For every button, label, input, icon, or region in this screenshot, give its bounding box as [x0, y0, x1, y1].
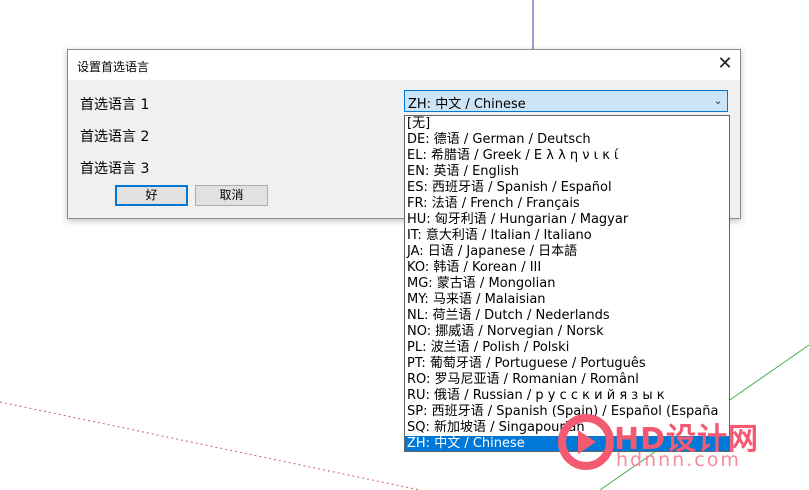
watermark-logo-icon [558, 414, 614, 470]
option-no[interactable]: NO: 挪威语 / Norvegian / Norsk [405, 324, 729, 340]
ok-button[interactable]: 好 [115, 185, 188, 206]
option-ro[interactable]: RO: 罗马尼亚语 / Romanian / Românl [405, 372, 729, 388]
option-ru[interactable]: RU: 俄语 / Russian / р у с с к и й я з ы к [405, 388, 729, 404]
option-nl[interactable]: NL: 荷兰语 / Dutch / Nederlands [405, 308, 729, 324]
option-fr[interactable]: FR: 法语 / French / Français [405, 196, 729, 212]
select-value: ZH: 中文 / Chinese [408, 97, 526, 112]
cancel-button[interactable]: 取消 [195, 185, 268, 206]
language-1-select[interactable]: ZH: 中文 / Chinese ⌄ [404, 90, 728, 112]
chevron-down-icon[interactable]: ⌄ [712, 94, 724, 108]
watermark-subtitle: hdnnn.com [616, 449, 741, 471]
option-de[interactable]: DE: 德语 / German / Deutsch [405, 132, 729, 148]
option-my[interactable]: MY: 马来语 / Malaisian [405, 292, 729, 308]
option-ko[interactable]: KO: 韩语 / Korean / III [405, 260, 729, 276]
label-language-2: 首选语言 2 [80, 129, 150, 145]
site-watermark: HD设计网 hdnnn.com [556, 410, 796, 474]
option-en[interactable]: EN: 英语 / English [405, 164, 729, 180]
option-it[interactable]: IT: 意大利语 / Italian / Italiano [405, 228, 729, 244]
red-axis-dotted [0, 401, 421, 490]
dialog-title: 设置首选语言 [77, 60, 150, 74]
option-none[interactable]: [无] [405, 116, 729, 132]
option-mg[interactable]: MG: 蒙古语 / Mongolian [405, 276, 729, 292]
option-el[interactable]: EL: 希腊语 / Greek / Ε λ λ η ν ι κ ί [405, 148, 729, 164]
option-pl[interactable]: PL: 波兰语 / Polish / Polski [405, 340, 729, 356]
option-hu[interactable]: HU: 匈牙利语 / Hungarian / Magyar [405, 212, 729, 228]
close-button[interactable]: ✕ [710, 50, 740, 80]
label-language-3: 首选语言 3 [80, 161, 150, 177]
label-language-1: 首选语言 1 [80, 97, 150, 113]
option-es[interactable]: ES: 西班牙语 / Spanish / Español [405, 180, 729, 196]
language-dropdown-list[interactable]: [无] DE: 德语 / German / Deutsch EL: 希腊语 / … [404, 115, 730, 452]
option-ja[interactable]: JA: 日语 / Japanese / 日本語 [405, 244, 729, 260]
option-pt[interactable]: PT: 葡萄牙语 / Portuguese / Português [405, 356, 729, 372]
title-bar: 设置首选语言 ✕ [68, 50, 740, 80]
sketchup-viewport: 设置首选语言 ✕ 首选语言 1 首选语言 2 首选语言 3 好 取消 ZH: 中… [0, 0, 809, 490]
